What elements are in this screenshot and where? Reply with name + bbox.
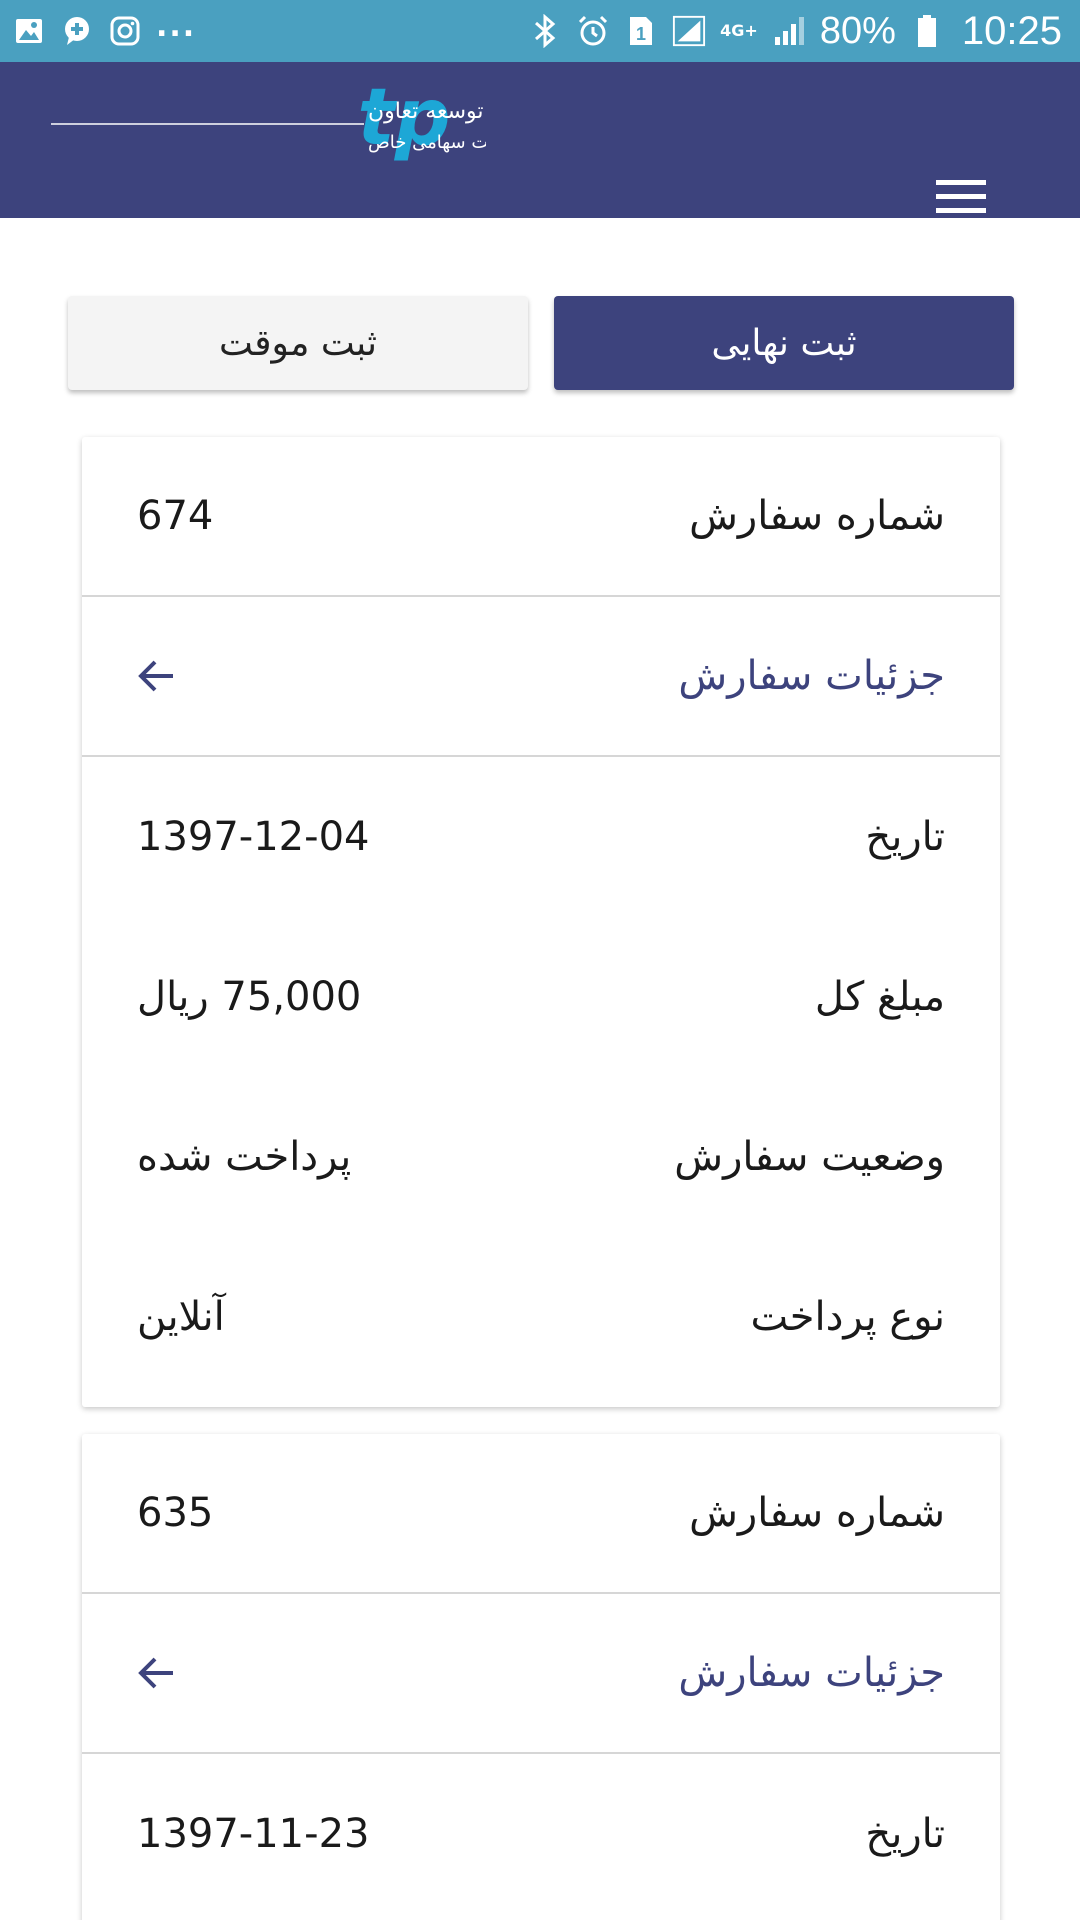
- order-number-label: شماره سفارش: [689, 493, 945, 539]
- clock: 10:25: [961, 8, 1062, 53]
- order-date-row: تاریخ 1397-12-04: [82, 757, 1000, 917]
- payment-type-row: نوع پرداخت آنلاین: [82, 1237, 1000, 1397]
- gallery-notification-icon: [12, 14, 46, 48]
- order-status-value: پرداخت شده: [137, 1134, 352, 1180]
- bluetooth-icon: [528, 14, 562, 48]
- order-number-row: شماره سفارش 635: [82, 1434, 1000, 1594]
- temporary-submit-label: ثبت موقت: [218, 322, 378, 364]
- order-status-label: وضعیت سفارش: [674, 1134, 945, 1180]
- final-submit-button[interactable]: ثبت نهایی: [554, 296, 1014, 390]
- app-bar: tp مهندسی تامین و پشتیبانی توسعه تعاون ش…: [0, 62, 1080, 218]
- order-details-link[interactable]: جزئیات سفارش: [82, 597, 1000, 757]
- logo-company-name: مهندسی تامین و پشتیبانی توسعه تعاون: [368, 99, 486, 124]
- arrow-left-icon: [137, 656, 177, 696]
- order-card: شماره سفارش 674 جزئیات سفارش تاریخ 1397-…: [82, 437, 1000, 1407]
- arrow-left-icon: [137, 1653, 177, 1693]
- order-details-label: جزئیات سفارش: [678, 1650, 945, 1696]
- order-status-row: وضعیت سفارش پرداخت شده: [82, 1077, 1000, 1237]
- network-type-indicator: 4G+: [720, 21, 758, 40]
- status-bar: ... 1 4G+ 80% 10:25: [0, 0, 1080, 62]
- signal-sim1-icon: [672, 14, 706, 48]
- order-details-label: جزئیات سفارش: [678, 653, 945, 699]
- alarm-icon: [576, 14, 610, 48]
- payment-type-value: آنلاین: [137, 1294, 225, 1340]
- battery-icon: [910, 14, 944, 48]
- order-number-value: 674: [137, 493, 214, 539]
- order-details-link[interactable]: جزئیات سفارش: [82, 1594, 1000, 1754]
- company-logo: tp مهندسی تامین و پشتیبانی توسعه تعاون ش…: [46, 73, 724, 180]
- order-total-value: 75,000 ریال: [137, 974, 362, 1020]
- order-date-label: تاریخ: [865, 814, 945, 860]
- order-card: شماره سفارش 635 جزئیات سفارش تاریخ 1397-…: [82, 1434, 1000, 1920]
- order-date-row: تاریخ 1397-11-23: [82, 1754, 1000, 1914]
- more-notifications-indicator: ...: [156, 8, 197, 44]
- message-notification-icon: [60, 14, 94, 48]
- order-date-value: 1397-12-04: [137, 814, 370, 860]
- battery-percentage: 80%: [819, 9, 896, 52]
- order-number-label: شماره سفارش: [689, 1490, 945, 1536]
- order-total-row: مبلغ کل 75,000 ریال: [82, 917, 1000, 1077]
- order-number-value: 635: [137, 1490, 214, 1536]
- order-date-label: تاریخ: [865, 1811, 945, 1857]
- logo-company-type: شرکت سهامی خاص: [368, 132, 486, 153]
- status-bar-left: ...: [12, 9, 196, 48]
- signal-strength-icon: [772, 14, 806, 48]
- payment-type-label: نوع پرداخت: [750, 1294, 945, 1340]
- instagram-notification-icon: [108, 14, 142, 48]
- sim-number: 1: [636, 24, 646, 44]
- order-number-row: شماره سفارش 674: [82, 437, 1000, 597]
- final-submit-label: ثبت نهایی: [711, 322, 857, 364]
- sim-card-icon: 1: [624, 14, 658, 48]
- status-bar-right: 1 4G+ 80% 10:25: [528, 9, 1062, 54]
- order-date-value: 1397-11-23: [137, 1811, 370, 1857]
- hamburger-menu-icon: [936, 180, 986, 213]
- hamburger-menu-button[interactable]: [920, 158, 1002, 234]
- temporary-submit-button[interactable]: ثبت موقت: [68, 296, 528, 390]
- order-total-label: مبلغ کل: [814, 974, 945, 1020]
